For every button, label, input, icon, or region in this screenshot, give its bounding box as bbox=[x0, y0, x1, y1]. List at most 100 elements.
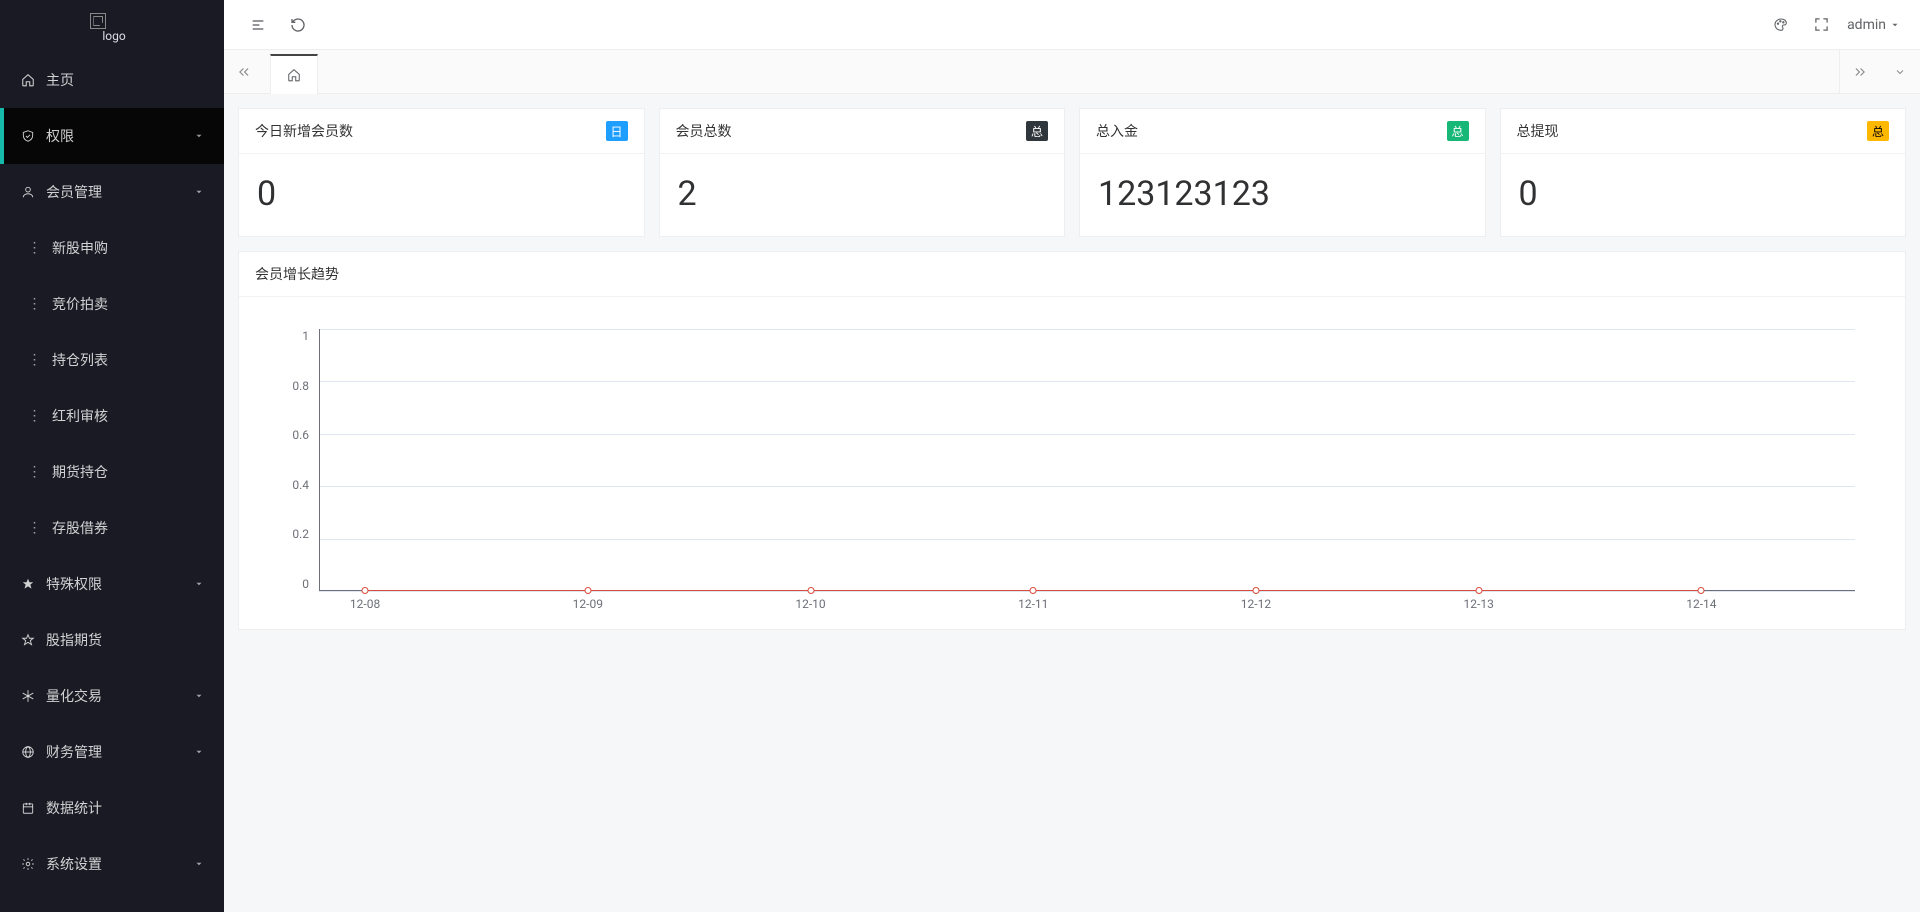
chart: 10.80.60.40.20 12-0812-0912-1012-1112-12… bbox=[239, 303, 1895, 623]
stat-value: 0 bbox=[257, 174, 626, 214]
y-tick: 0.2 bbox=[292, 527, 309, 541]
stat-value: 123123123 bbox=[1098, 174, 1467, 214]
stats-row: 今日新增会员数 日 0 会员总数 总 2 总入金 总 123123123 总提现 总 0 bbox=[238, 108, 1906, 237]
tabs-more-button[interactable] bbox=[1880, 50, 1920, 94]
stat-title: 总入金 bbox=[1096, 121, 1138, 141]
x-tick: 12-10 bbox=[795, 597, 825, 611]
y-tick: 1 bbox=[302, 329, 309, 343]
sidebar: logo 主页权限会员管理⋮新股申购⋮竞价拍卖⋮持仓列表⋮红利审核⋮期货持仓⋮存… bbox=[0, 0, 224, 912]
x-tick: 12-13 bbox=[1464, 597, 1494, 611]
dots-icon: ⋮ bbox=[26, 240, 42, 256]
stat-badge: 总 bbox=[1026, 121, 1048, 141]
sidebar-item-3[interactable]: ⋮新股申购 bbox=[0, 220, 224, 276]
tabs-scroll-left-button[interactable] bbox=[224, 50, 264, 94]
caret-down-icon bbox=[1890, 20, 1900, 30]
y-tick: 0 bbox=[302, 577, 309, 591]
sidebar-item-label: 竞价拍卖 bbox=[52, 294, 204, 314]
logo: logo bbox=[0, 0, 224, 50]
sidebar-item-9[interactable]: 特殊权限 bbox=[0, 556, 224, 612]
stat-badge: 总 bbox=[1867, 121, 1889, 141]
stat-title: 会员总数 bbox=[676, 121, 732, 141]
stat-value: 2 bbox=[678, 174, 1047, 214]
main: admin 今日新增会员数日0会员总 bbox=[224, 0, 1920, 912]
chevron-down-icon bbox=[194, 579, 204, 589]
sidebar-item-0[interactable]: 主页 bbox=[0, 52, 224, 108]
sidebar-item-11[interactable]: 量化交易 bbox=[0, 668, 224, 724]
y-tick: 0.8 bbox=[292, 379, 309, 393]
chart-title: 会员增长趋势 bbox=[255, 264, 339, 284]
gear-icon bbox=[20, 857, 36, 871]
dots-icon: ⋮ bbox=[26, 464, 42, 480]
tabs-bar bbox=[224, 50, 1920, 94]
content: 今日新增会员数 日 0 会员总数 总 2 总入金 总 123123123 总提现 总 0 会员增长趋势… bbox=[224, 94, 1920, 912]
stat-badge: 日 bbox=[606, 121, 628, 141]
star-icon bbox=[20, 577, 36, 591]
chevron-down-icon bbox=[194, 691, 204, 701]
user-name: admin bbox=[1847, 17, 1886, 33]
sidebar-item-12[interactable]: 财务管理 bbox=[0, 724, 224, 780]
sidebar-item-6[interactable]: ⋮红利审核 bbox=[0, 388, 224, 444]
sidebar-item-label: 期货持仓 bbox=[52, 462, 204, 482]
sidebar-item-1[interactable]: 权限 bbox=[0, 108, 224, 164]
shield-icon bbox=[20, 129, 36, 143]
sidebar-item-8[interactable]: ⋮ 存股借券 bbox=[0, 500, 224, 556]
sidebar-item-4[interactable]: ⋮竞价拍卖 bbox=[0, 276, 224, 332]
chart-point bbox=[807, 587, 814, 594]
chart-point bbox=[1698, 587, 1705, 594]
fullscreen-button[interactable] bbox=[1801, 0, 1841, 50]
user-icon bbox=[20, 185, 36, 199]
sidebar-item-label: 持仓列表 bbox=[52, 350, 204, 370]
home-icon bbox=[287, 68, 301, 82]
sidebar-item-label: 存股借券 bbox=[52, 518, 204, 538]
stat-card-3: 总提现 总 0 bbox=[1500, 108, 1907, 237]
stat-badge: 总 bbox=[1447, 121, 1469, 141]
stat-title: 今日新增会员数 bbox=[255, 121, 353, 141]
chevron-down-icon bbox=[194, 747, 204, 757]
sidebar-item-label: 系统设置 bbox=[46, 854, 194, 874]
tabs-scroll-right-button[interactable] bbox=[1840, 50, 1880, 94]
stat-title: 总提现 bbox=[1517, 121, 1559, 141]
dots-icon: ⋮ bbox=[26, 520, 42, 536]
tab-home[interactable] bbox=[270, 54, 318, 94]
sidebar-item-label: 会员管理 bbox=[46, 182, 194, 202]
chart-plot: 12-0812-0912-1012-1112-1212-1312-14 bbox=[319, 321, 1855, 615]
sidebar-item-label: 红利审核 bbox=[52, 406, 204, 426]
sidebar-item-label: 权限 bbox=[46, 126, 194, 146]
x-tick: 12-14 bbox=[1686, 597, 1716, 611]
x-tick: 12-08 bbox=[350, 597, 380, 611]
sidebar-item-label: 财务管理 bbox=[46, 742, 194, 762]
chart-point bbox=[362, 587, 369, 594]
sidebar-item-5[interactable]: ⋮持仓列表 bbox=[0, 332, 224, 388]
chart-x-axis: 12-0812-0912-1012-1112-1212-1312-14 bbox=[319, 595, 1855, 615]
y-tick: 0.4 bbox=[292, 478, 309, 492]
home-icon bbox=[20, 73, 36, 87]
tabs-track bbox=[264, 50, 1839, 94]
sidebar-item-13[interactable]: 数据统计 bbox=[0, 780, 224, 836]
stat-card-2: 总入金 总 123123123 bbox=[1079, 108, 1486, 237]
sidebar-item-7[interactable]: ⋮ 期货持仓 bbox=[0, 444, 224, 500]
sidebar-item-10[interactable]: 股指期货 bbox=[0, 612, 224, 668]
theme-button[interactable] bbox=[1761, 0, 1801, 50]
chart-point bbox=[1030, 587, 1037, 594]
chevron-down-icon bbox=[194, 187, 204, 197]
collapse-sidebar-button[interactable] bbox=[238, 0, 278, 50]
chevron-down-icon bbox=[194, 131, 204, 141]
chart-point bbox=[584, 587, 591, 594]
sidebar-item-label: 主页 bbox=[46, 70, 204, 90]
globe-icon bbox=[20, 745, 36, 759]
sidebar-item-2[interactable]: 会员管理 bbox=[0, 164, 224, 220]
stat-card-1: 会员总数 总 2 bbox=[659, 108, 1066, 237]
refresh-button[interactable] bbox=[278, 0, 318, 50]
chart-point bbox=[1252, 587, 1259, 594]
x-tick: 12-12 bbox=[1241, 597, 1271, 611]
chart-card: 会员增长趋势 1 0.8 0.6 0.4 0.2 0 12-08 12-09 12-10 12-… bbox=[238, 251, 1906, 630]
sidebar-item-label: 股指期货 bbox=[46, 630, 204, 650]
star-o-icon bbox=[20, 633, 36, 647]
sidebar-item-14[interactable]: 系统设置 bbox=[0, 836, 224, 892]
broken-image-icon: logo bbox=[90, 13, 133, 29]
chart-point bbox=[1475, 587, 1482, 594]
y-tick: 0.6 bbox=[292, 428, 309, 442]
user-menu[interactable]: admin bbox=[1841, 17, 1906, 33]
stat-value: 0 bbox=[1519, 174, 1888, 214]
x-tick: 12-09 bbox=[573, 597, 603, 611]
